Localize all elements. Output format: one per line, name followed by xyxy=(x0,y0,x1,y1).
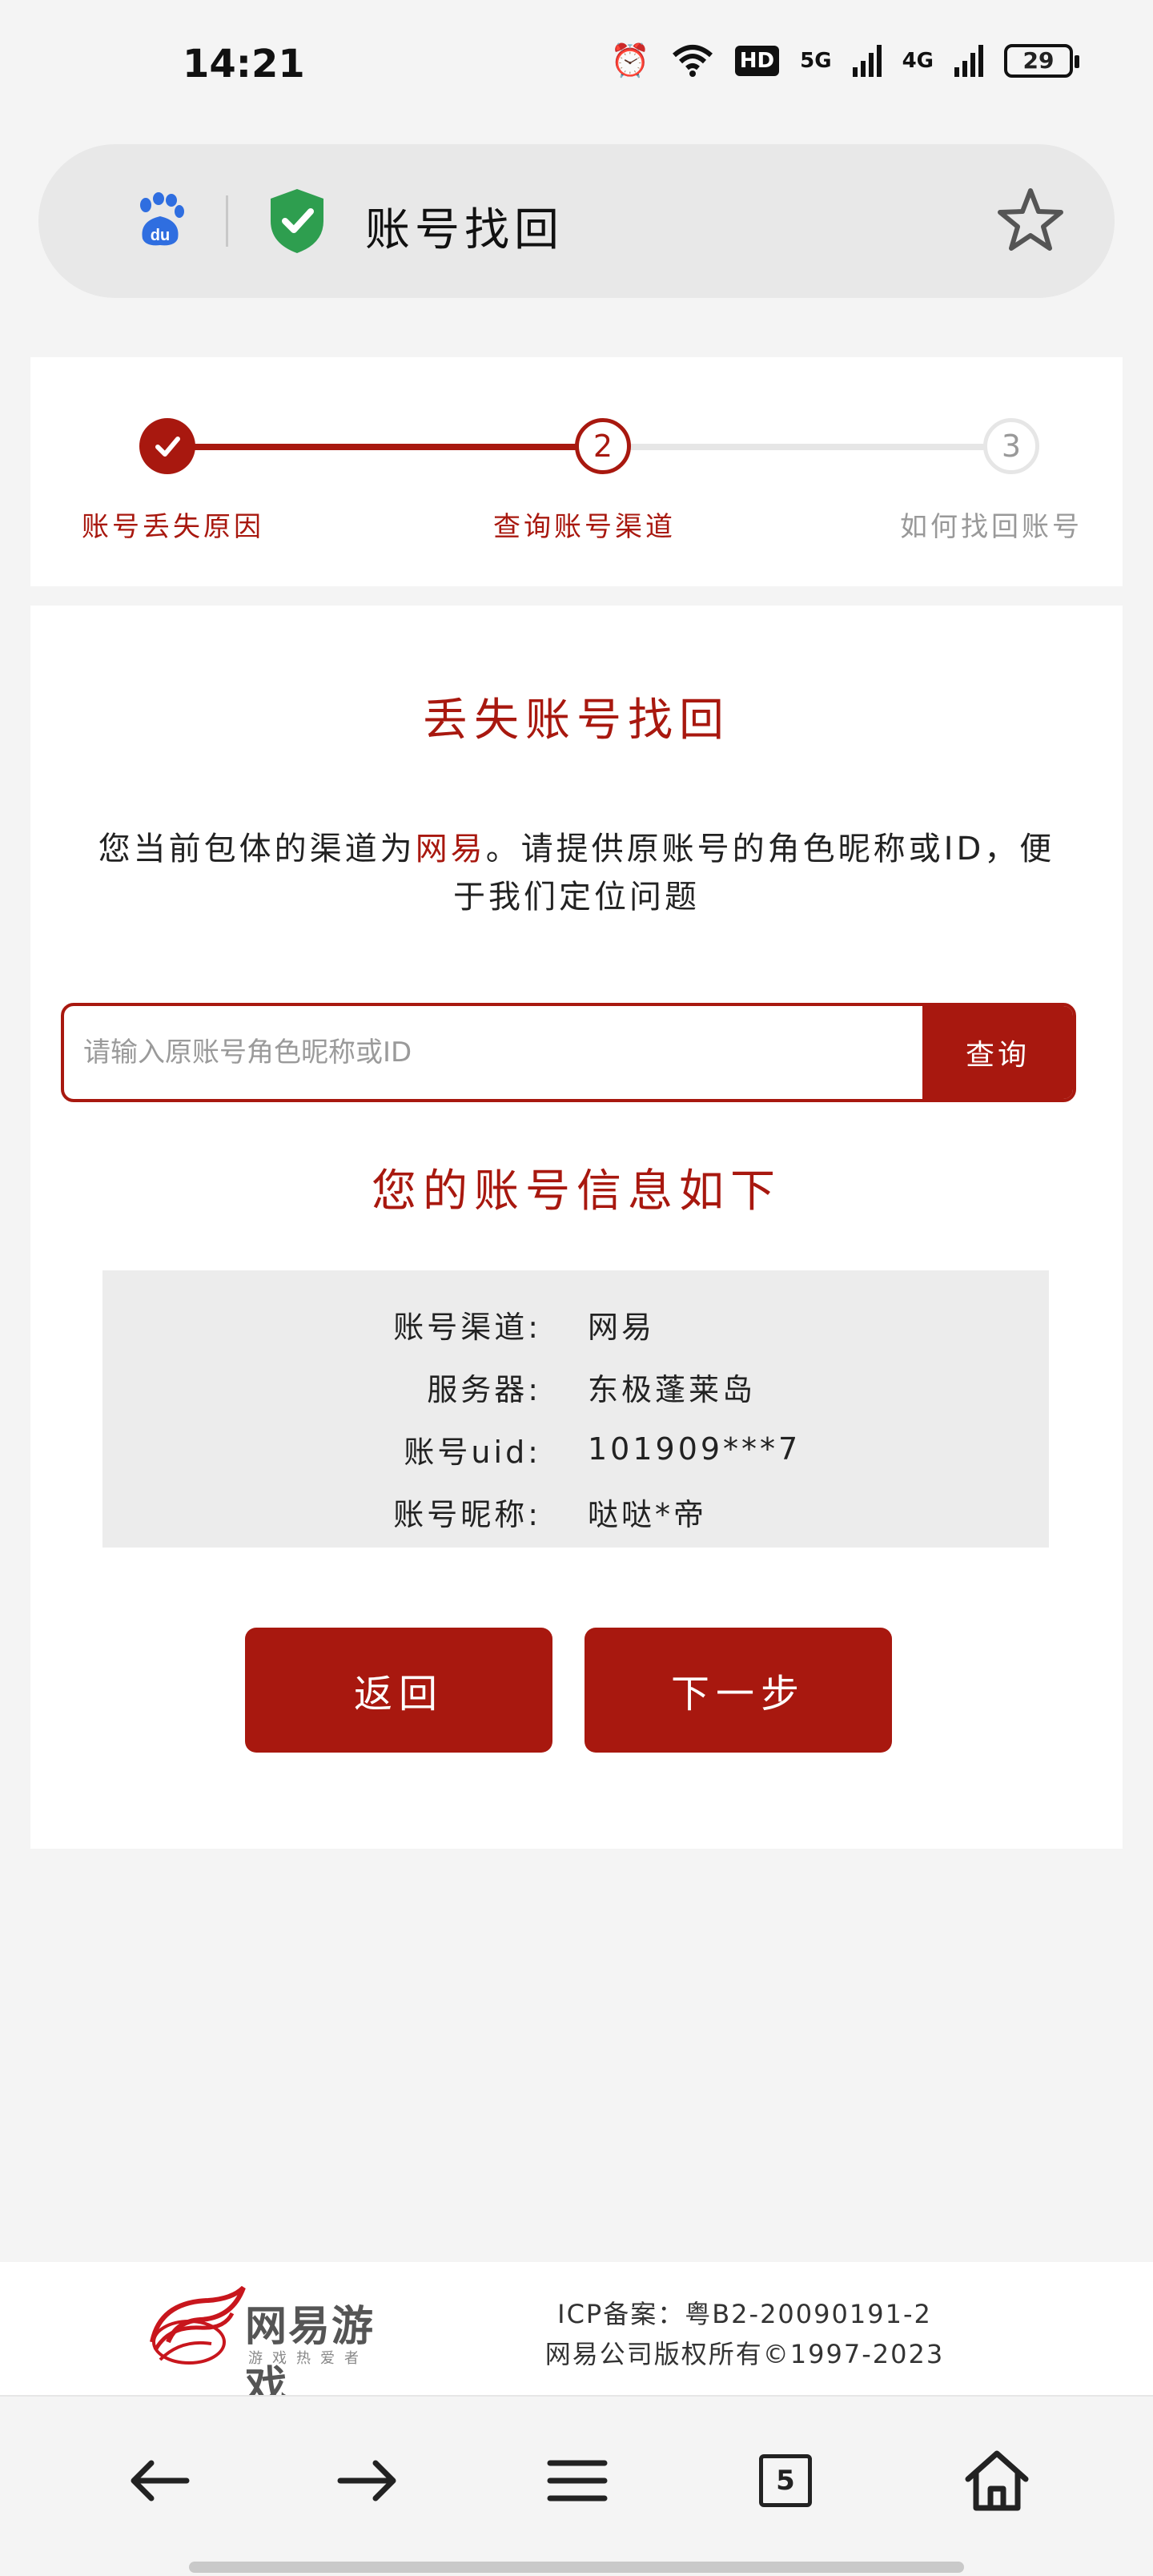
battery-indicator: 29 xyxy=(1004,43,1079,78)
step-2-label: 查询账号渠道 xyxy=(493,511,676,543)
description-suffix: 。请提供原账号的角色昵称或ID，便于我们定位问题 xyxy=(453,831,1055,916)
back-button[interactable]: 返回 xyxy=(245,1628,552,1753)
menu-icon[interactable] xyxy=(533,2445,621,2517)
description-channel: 网易 xyxy=(415,831,486,867)
page-footer: 网易游戏 游戏热爱者 ICP备案：粤B2-20090191-2 网易公司版权所有… xyxy=(0,2262,1153,2411)
wifi-icon xyxy=(672,44,713,77)
channel-description: 您当前包体的渠道为网易。请提供原账号的角色昵称或ID，便于我们定位问题 xyxy=(86,825,1067,921)
next-step-button[interactable]: 下一步 xyxy=(585,1628,892,1753)
address-divider xyxy=(226,195,228,247)
query-button[interactable]: 查询 xyxy=(922,1006,1073,1099)
info-value: 101909***7 xyxy=(588,1431,801,1467)
svg-text:du: du xyxy=(151,227,170,244)
info-row-uid: 账号uid: 101909***7 xyxy=(102,1418,1049,1480)
netease-swirl-icon xyxy=(150,2286,246,2365)
info-row-channel: 账号渠道: 网易 xyxy=(102,1293,1049,1355)
recovery-card: 丢失账号找回 您当前包体的渠道为网易。请提供原账号的角色昵称或ID，便于我们定位… xyxy=(30,606,1123,1849)
gesture-home-bar[interactable] xyxy=(189,2562,964,2573)
account-info-panel: 账号渠道: 网易 服务器: 东极蓬莱岛 账号uid: 101909***7 账号… xyxy=(102,1270,1049,1548)
description-prefix: 您当前包体的渠道为 xyxy=(98,831,416,867)
info-value: 东极蓬莱岛 xyxy=(588,1371,757,1407)
browser-nav-bar: 5 xyxy=(0,2395,1153,2576)
progress-stepper: 2 3 账号丢失原因 查询账号渠道 如何找回账号 xyxy=(30,357,1123,586)
status-time: 14:21 xyxy=(183,42,305,87)
info-value: 哒哒*帝 xyxy=(588,1496,708,1532)
page-title: 账号找回 xyxy=(365,204,564,256)
account-info-title: 您的账号信息如下 xyxy=(372,1165,781,1218)
step-3-indicator: 3 xyxy=(983,418,1039,474)
signal-bars-icon xyxy=(852,44,882,77)
netease-games-logo: 网易游戏 游戏热爱者 xyxy=(144,2278,416,2411)
info-row-nickname: 账号昵称: 哒哒*帝 xyxy=(102,1480,1049,1543)
info-value: 网易 xyxy=(588,1309,656,1345)
step-1-label: 账号丢失原因 xyxy=(82,511,264,543)
signal-5g: 5G xyxy=(800,48,832,73)
footer-legal: ICP备案：粤B2-20090191-2 网易公司版权所有©1997-2023 xyxy=(544,2294,945,2374)
signal-bars-icon xyxy=(954,44,983,77)
baidu-paw-icon: du xyxy=(140,192,184,246)
copyright-text: 网易公司版权所有©1997-2023 xyxy=(544,2339,945,2369)
info-key: 服务器: xyxy=(427,1371,541,1407)
search-bar: 查询 xyxy=(61,1003,1076,1102)
back-arrow-icon[interactable] xyxy=(115,2445,203,2517)
tabs-button[interactable]: 5 xyxy=(741,2445,830,2517)
step-connector-pending xyxy=(609,444,993,450)
alarm-icon: ⏰ xyxy=(609,42,650,79)
step-connector-complete xyxy=(167,444,583,450)
home-icon[interactable] xyxy=(953,2445,1041,2517)
step-1-check-icon xyxy=(139,418,195,474)
step-3-label: 如何找回账号 xyxy=(900,511,1083,543)
nickname-search-input[interactable] xyxy=(64,1006,922,1099)
bookmark-star-icon[interactable] xyxy=(996,186,1065,255)
info-row-server: 服务器: 东极蓬莱岛 xyxy=(102,1355,1049,1418)
info-key: 账号昵称: xyxy=(393,1496,541,1532)
address-bar[interactable]: du 账号找回 xyxy=(38,144,1115,298)
battery-level: 29 xyxy=(1022,47,1055,74)
forward-arrow-icon[interactable] xyxy=(323,2445,412,2517)
logo-tagline: 游戏热爱者 xyxy=(248,2350,368,2367)
info-key: 账号渠道: xyxy=(393,1309,541,1345)
security-shield-icon[interactable] xyxy=(267,187,327,255)
signal-4g: 4G xyxy=(902,48,934,73)
step-2-indicator: 2 xyxy=(575,418,631,474)
status-bar: 14:21 ⏰ HD 5G 4G 29 xyxy=(0,0,1153,136)
icp-record[interactable]: ICP备案：粤B2-20090191-2 xyxy=(544,2294,945,2334)
tab-count: 5 xyxy=(759,2454,812,2507)
info-key: 账号uid: xyxy=(404,1434,541,1470)
section-title: 丢失账号找回 xyxy=(423,694,730,747)
hd-badge: HD xyxy=(734,45,780,76)
status-icons: ⏰ HD 5G 4G 29 xyxy=(609,42,1079,79)
